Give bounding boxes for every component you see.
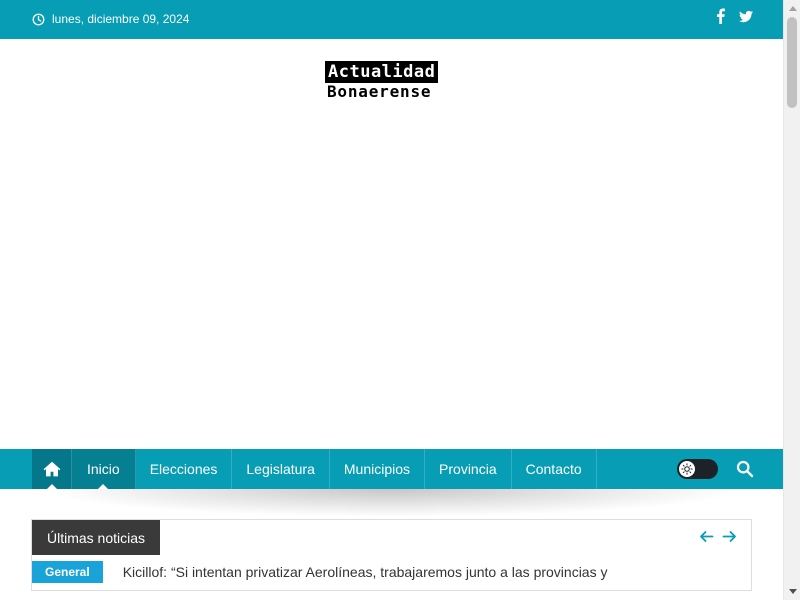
nav-item-label: Provincia	[439, 461, 497, 477]
top-bar: lunes, diciembre 09, 2024	[0, 0, 783, 39]
news-controls	[699, 529, 737, 544]
date-display: lunes, diciembre 09, 2024	[32, 11, 189, 27]
nav-item-provincia[interactable]: Provincia	[425, 449, 512, 489]
search-icon	[736, 460, 754, 478]
twitter-icon[interactable]	[739, 7, 753, 25]
nav-item-elecciones[interactable]: Elecciones	[136, 449, 233, 489]
main-navigation: Inicio Elecciones Legislatura Municipios…	[0, 449, 783, 517]
search-button[interactable]	[736, 460, 754, 478]
nav-item-contacto[interactable]: Contacto	[512, 449, 597, 489]
site-logo[interactable]: Actualidad Bonaerense	[325, 61, 460, 105]
sun-icon	[681, 463, 693, 475]
news-item: General Kicillof: “Si intentan privatiza…	[32, 561, 608, 583]
nav-item-inicio[interactable]: Inicio	[72, 449, 136, 489]
logo-line-1: Actualidad	[325, 61, 439, 83]
category-badge[interactable]: General	[32, 561, 103, 583]
nav-item-label: Legislatura	[246, 461, 315, 477]
news-headline[interactable]: Kicillof: “Si intentan privatizar Aerolí…	[123, 564, 608, 580]
nav-item-label: Contacto	[525, 461, 582, 477]
nav-item-label: Elecciones	[149, 461, 218, 477]
logo-line-2: Bonaerense	[327, 82, 432, 101]
clock-icon	[32, 13, 45, 25]
arrow-left-icon[interactable]	[699, 529, 714, 544]
home-icon	[43, 461, 60, 477]
home-button[interactable]	[32, 449, 72, 489]
scroll-down-icon[interactable]	[784, 583, 800, 600]
scroll-up-icon[interactable]	[784, 0, 800, 17]
nav-item-label: Municipios	[343, 461, 411, 477]
toggle-knob	[679, 461, 695, 477]
page: lunes, diciembre 09, 2024 Actualidad Bon…	[0, 0, 783, 600]
theme-toggle[interactable]	[677, 459, 718, 479]
scrollbar-thumb[interactable]	[787, 17, 797, 108]
latest-news-title: Últimas noticias	[32, 520, 161, 555]
facebook-icon[interactable]	[713, 7, 727, 25]
arrow-right-icon[interactable]	[722, 529, 737, 544]
social-links	[713, 7, 753, 25]
nav-item-legislatura[interactable]: Legislatura	[232, 449, 330, 489]
date-text: lunes, diciembre 09, 2024	[52, 12, 190, 26]
page-scrollbar[interactable]	[783, 0, 800, 600]
nav-item-label: Inicio	[87, 461, 120, 477]
nav-item-municipios[interactable]: Municipios	[330, 449, 426, 489]
latest-news: Últimas noticias General Kicillof: “Si i…	[31, 519, 752, 591]
nav-menu: Inicio Elecciones Legislatura Municipios…	[32, 449, 597, 489]
nav-shadow	[40, 489, 743, 517]
